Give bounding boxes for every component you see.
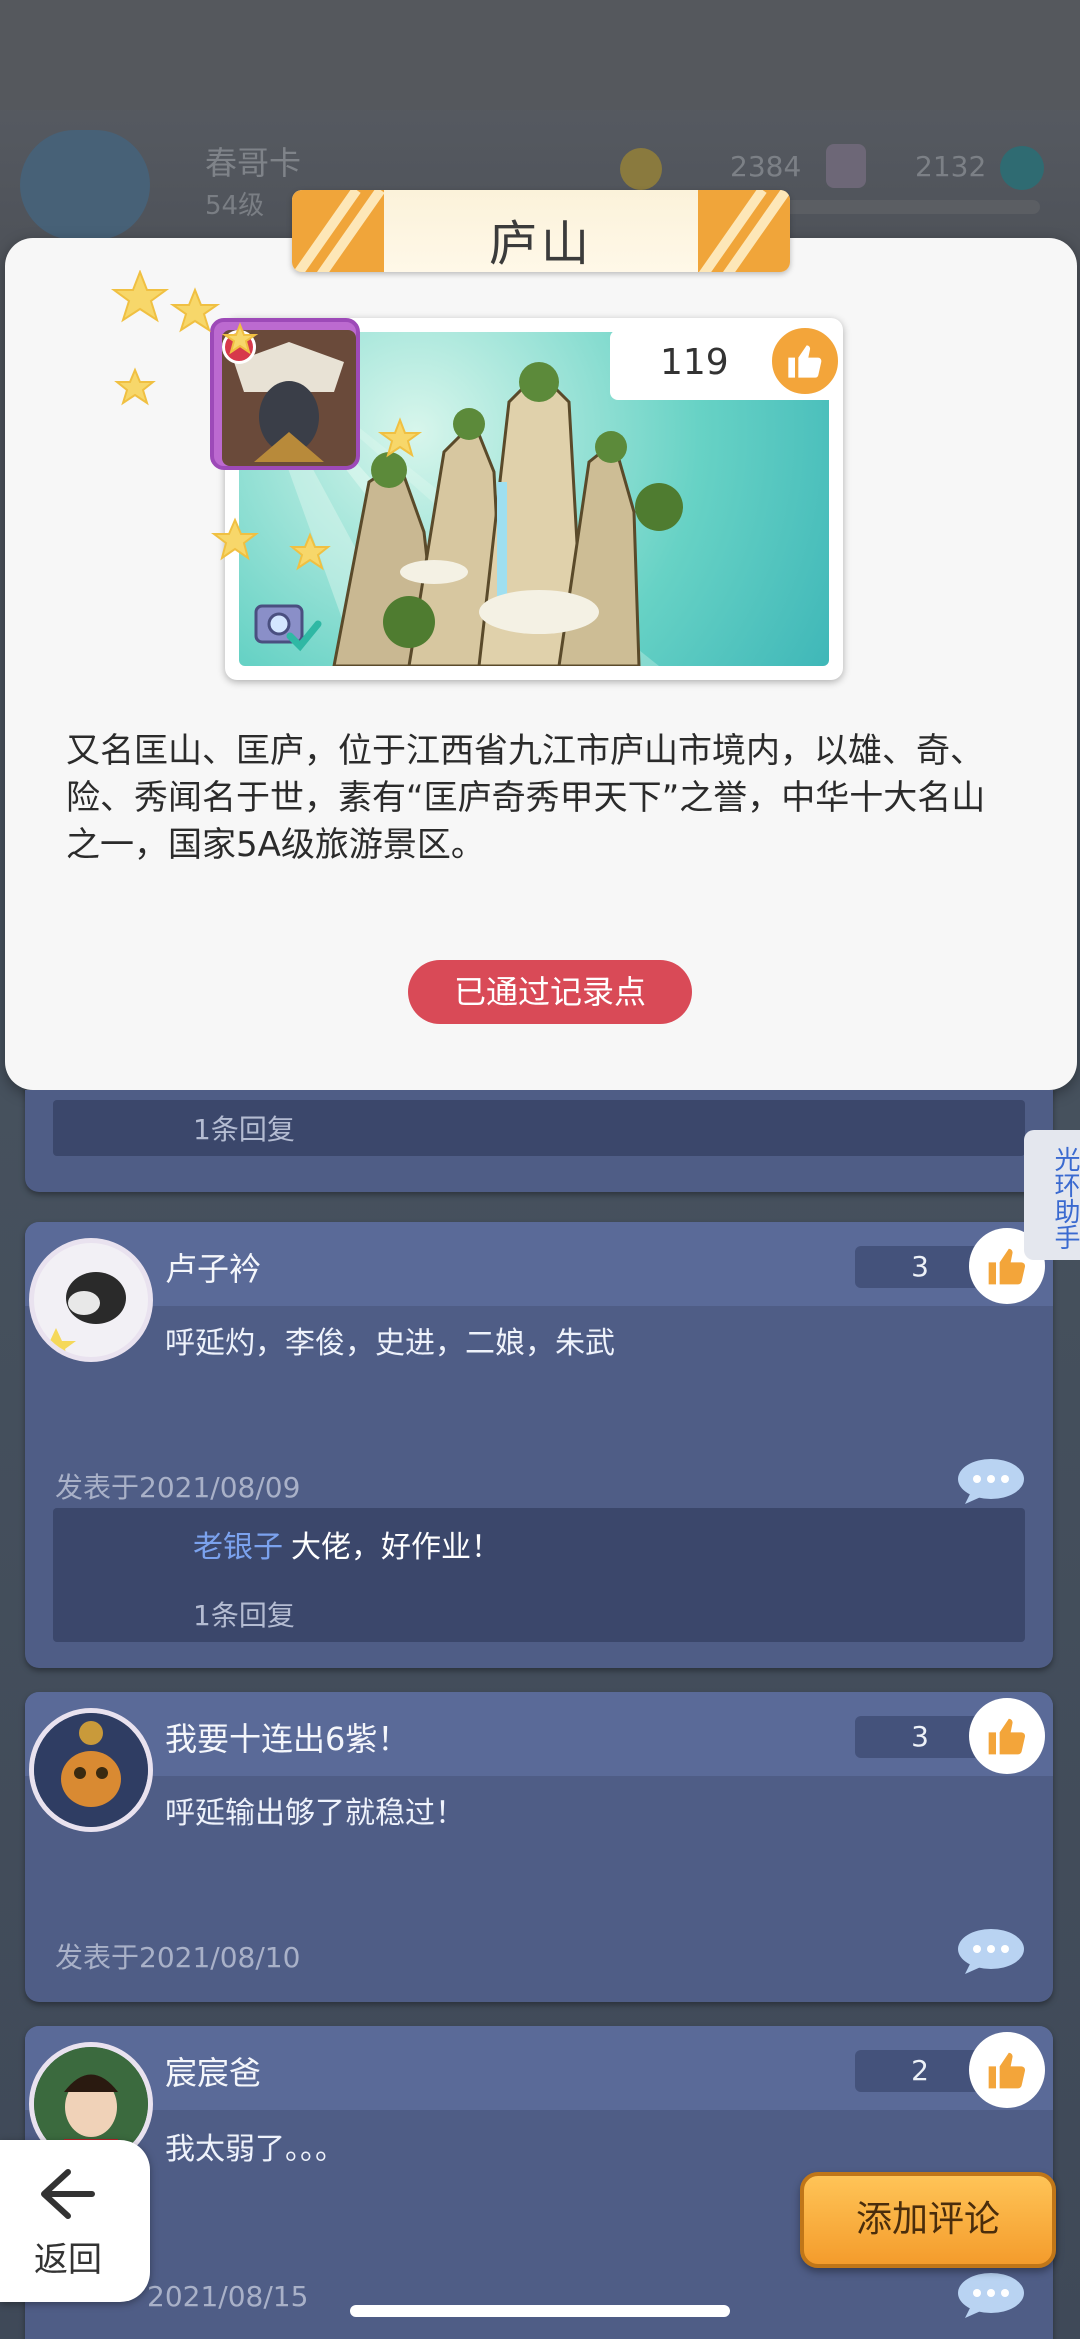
- comment-date: 2021/08/15: [147, 2280, 309, 2313]
- comment-username: 宸宸爸: [165, 2054, 262, 2092]
- thumbs-up-icon: [988, 1248, 1026, 1285]
- location-description: 又名匡山、匡庐，位于江西省九江市庐山市境内，以雄、奇、险、秀闻名于世，素有“匡庐…: [66, 731, 986, 865]
- plus-icon: [1000, 146, 1044, 190]
- comment-item: 我要十连出6紫！ 3 呼延输出够了就稳过！ 发表于2021/08/10: [25, 1692, 1053, 2002]
- reply-username[interactable]: 老银子: [193, 1522, 283, 1566]
- location-title: 庐山: [488, 216, 593, 272]
- player-avatar: [20, 130, 150, 240]
- coin-value: 2384: [730, 150, 802, 183]
- comment-date: 发表于2021/08/09: [55, 1471, 301, 1504]
- add-comment-button[interactable]: 添加评论: [800, 2172, 1056, 2268]
- gem-value: 2132: [915, 150, 987, 183]
- gem-icon: [826, 144, 866, 188]
- comment-list[interactable]: 1条回复 卢子衿 3 呼延灼，李俊，史进，二娘，朱武 发表于2021/08/09: [0, 1090, 1080, 2339]
- comment-text: 我太弱了。。。: [165, 2132, 345, 2167]
- thumbs-up-icon: [988, 2052, 1026, 2089]
- stars-icon: [110, 270, 423, 571]
- avatar[interactable]: [29, 1708, 153, 1832]
- reply-count[interactable]: 1条回复: [193, 1108, 295, 1148]
- comment-like-button[interactable]: [969, 2032, 1045, 2108]
- comment-like-button[interactable]: [969, 1698, 1045, 1774]
- comment-text: 呼延灼，李俊，史进，二娘，朱武: [165, 1326, 615, 1361]
- comment-date: 发表于2021/08/10: [55, 1941, 301, 1974]
- comment-item: 卢子衿 3 呼延灼，李俊，史进，二娘，朱武 发表于2021/08/09 老银子 …: [25, 1222, 1053, 1668]
- title-banner: 庐山: [292, 190, 790, 272]
- reply-box: 1条回复: [53, 1100, 1025, 1156]
- home-indicator[interactable]: [350, 2305, 730, 2317]
- background-topbar: [0, 0, 1080, 110]
- comment-item-partial: 1条回复: [25, 1090, 1053, 1192]
- reply-bubble-icon[interactable]: [957, 2272, 1025, 2318]
- arrow-left-icon: [41, 2169, 95, 2219]
- back-label: 返回: [34, 2240, 102, 2280]
- avatar[interactable]: [29, 1238, 153, 1362]
- comment-username: 卢子衿: [165, 1250, 262, 1288]
- comment-text: 呼延输出够了就稳过！: [165, 1796, 465, 1831]
- location-like-button[interactable]: [768, 324, 842, 398]
- player-level: 54级: [205, 191, 265, 221]
- reply-count[interactable]: 1条回复: [193, 1594, 295, 1634]
- back-button[interactable]: 返回: [0, 2140, 150, 2302]
- player-name: 春哥卡: [205, 144, 302, 182]
- thumbs-up-icon: [788, 345, 822, 378]
- helper-side-tab[interactable]: 光环助手: [1024, 1130, 1080, 1260]
- reply-text: 大佬，好作业！: [291, 1530, 501, 1565]
- location-like-count: 119: [660, 342, 729, 383]
- status-badge: 已通过记录点: [408, 960, 692, 1024]
- comment-like-count: 3: [855, 1716, 985, 1758]
- comment-like-count: 2: [855, 2050, 985, 2092]
- comment-username: 我要十连出6紫！: [165, 1720, 410, 1758]
- comment-like-count: 3: [855, 1246, 985, 1288]
- coin-icon: [620, 148, 662, 190]
- thumbs-up-icon: [988, 1718, 1026, 1755]
- reply-bubble-icon[interactable]: [957, 1928, 1025, 1974]
- camera-check-icon: [254, 604, 322, 652]
- reply-bubble-icon[interactable]: [957, 1458, 1025, 1504]
- reply-box: 老银子 大佬，好作业！ 1条回复: [53, 1508, 1025, 1642]
